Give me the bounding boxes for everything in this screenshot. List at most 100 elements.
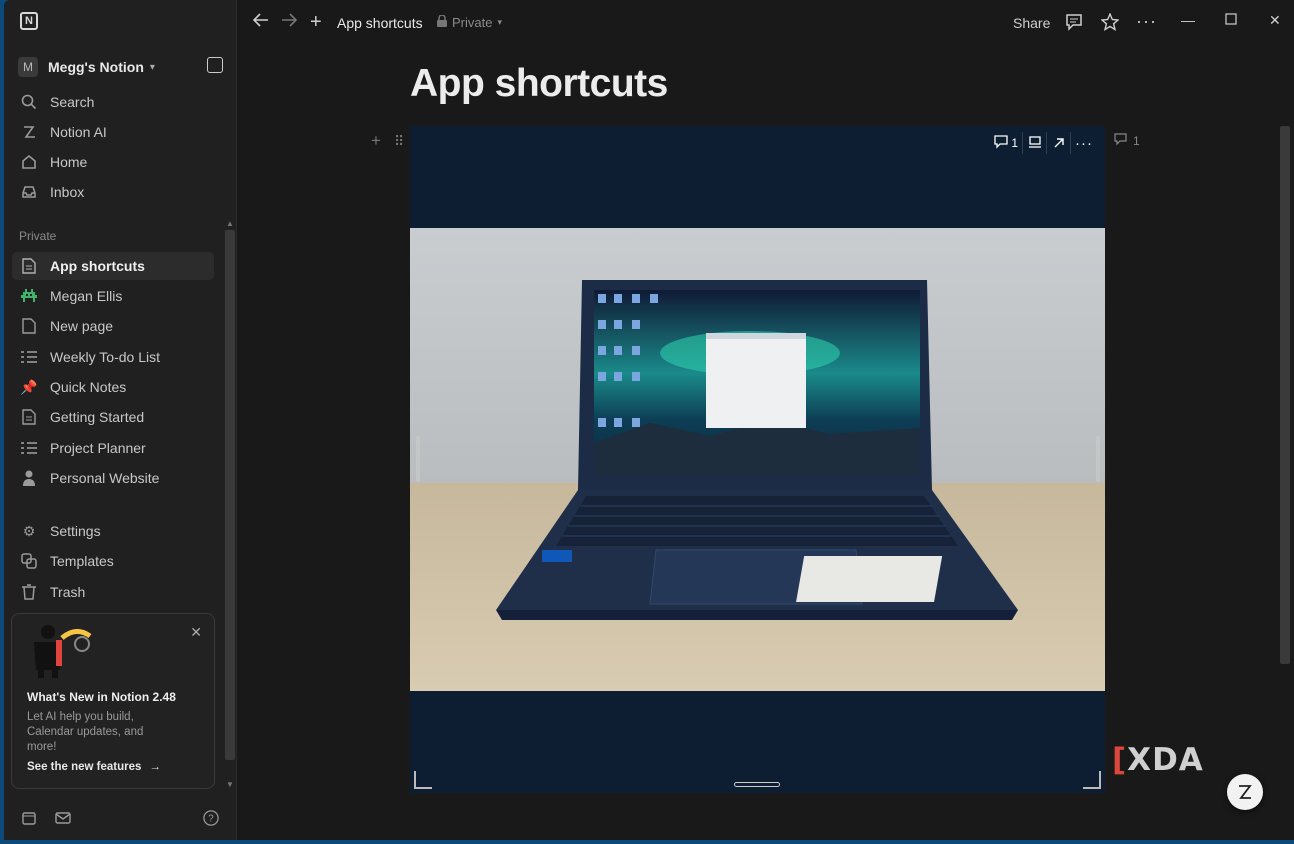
resize-handle-left[interactable] bbox=[416, 436, 420, 482]
close-icon[interactable]: ✕ bbox=[190, 624, 202, 641]
checklist-icon bbox=[20, 439, 38, 457]
page-title[interactable]: App shortcuts bbox=[410, 62, 668, 106]
promo-body: Let AI help you build, Calendar updates,… bbox=[27, 711, 144, 753]
sidebar-item-label: App shortcuts bbox=[50, 258, 145, 274]
sidebar-item-label: Inbox bbox=[50, 184, 85, 200]
margin-comment-count: 1 bbox=[1133, 134, 1140, 148]
checklist-icon bbox=[20, 348, 38, 366]
page-icon bbox=[20, 408, 38, 426]
sidebar-item-home[interactable]: Home bbox=[12, 148, 214, 176]
comment-icon bbox=[994, 134, 1008, 152]
inbox-icon bbox=[20, 183, 38, 201]
sidebar-item-trash[interactable]: Trash bbox=[12, 578, 214, 606]
sidebar-item-megan-ellis[interactable]: Megan Ellis bbox=[12, 282, 214, 310]
share-button[interactable]: Share bbox=[1013, 15, 1050, 31]
sidebar-item-label: Settings bbox=[50, 523, 101, 539]
sidebar-item-quick-notes[interactable]: 📌 Quick Notes bbox=[12, 373, 214, 401]
sidebar-item-label: Weekly To-do List bbox=[50, 349, 160, 365]
scroll-up-icon[interactable]: ▲ bbox=[226, 219, 234, 228]
image-more-icon[interactable]: ··· bbox=[1071, 132, 1097, 154]
resize-corner-bottom-right[interactable] bbox=[1083, 771, 1101, 789]
sidebar-scrollbar[interactable] bbox=[225, 230, 235, 760]
chevron-down-icon: ▾ bbox=[497, 17, 502, 27]
more-options-icon[interactable]: ··· bbox=[1136, 11, 1157, 32]
workspace-avatar: M bbox=[18, 57, 38, 77]
workspace-name: Megg's Notion bbox=[48, 59, 144, 75]
notion-window: N M Megg's Notion ▾ Search Notion AI Hom… bbox=[4, 0, 1294, 840]
main-scrollbar[interactable] bbox=[1280, 126, 1290, 664]
resize-handle-bottom[interactable] bbox=[734, 782, 780, 787]
sidebar-item-label: Megan Ellis bbox=[50, 288, 123, 304]
xda-watermark: [XDA bbox=[1112, 742, 1204, 778]
privacy-label: Private bbox=[452, 15, 493, 30]
watermark-bracket: [ bbox=[1112, 742, 1128, 778]
comment-icon bbox=[1114, 133, 1127, 149]
trash-icon bbox=[20, 583, 38, 601]
image-block[interactable]: 1 ··· bbox=[410, 126, 1105, 793]
top-bar: + App shortcuts Private ▾ Share ··· — ✕ bbox=[237, 0, 1294, 45]
notion-logo-icon[interactable]: N bbox=[20, 12, 38, 30]
promo-illustration bbox=[26, 622, 100, 678]
workspace-switcher[interactable]: M Megg's Notion ▾ bbox=[18, 55, 223, 79]
sidebar-item-label: Templates bbox=[50, 553, 114, 569]
margin-comment[interactable]: 1 bbox=[1114, 133, 1140, 149]
image-toolbar: 1 ··· bbox=[990, 132, 1097, 154]
sidebar-item-label: Search bbox=[50, 94, 95, 110]
sidebar-item-search[interactable]: Search bbox=[12, 88, 214, 116]
watermark-brand: XDA bbox=[1127, 742, 1204, 778]
add-page-icon[interactable]: + bbox=[310, 11, 322, 34]
templates-icon bbox=[20, 552, 38, 570]
minimize-icon[interactable]: — bbox=[1181, 12, 1195, 28]
sidebar: N M Megg's Notion ▾ Search Notion AI Hom… bbox=[4, 0, 237, 840]
sidebar-item-inbox[interactable]: Inbox bbox=[12, 178, 214, 206]
person-icon bbox=[20, 469, 38, 487]
close-window-icon[interactable]: ✕ bbox=[1269, 12, 1281, 29]
open-original-icon[interactable] bbox=[1047, 132, 1071, 154]
add-block-icon[interactable]: + bbox=[371, 131, 381, 151]
sidebar-item-label: Project Planner bbox=[50, 440, 146, 456]
sidebar-item-app-shortcuts[interactable]: App shortcuts bbox=[12, 252, 214, 280]
promo-title: What's New in Notion 2.48 bbox=[27, 690, 176, 704]
drag-handle-icon[interactable]: ⠿ bbox=[394, 133, 404, 150]
sidebar-item-weekly-to-do-list[interactable]: Weekly To-do List bbox=[12, 343, 214, 371]
whats-new-card[interactable]: ✕ What's New in Notion 2.48 Let AI help … bbox=[11, 613, 215, 789]
chevron-down-icon: ▾ bbox=[149, 61, 155, 73]
arrow-right-icon: → bbox=[149, 761, 161, 773]
search-icon bbox=[20, 93, 38, 111]
caption-icon[interactable] bbox=[1023, 132, 1047, 154]
sidebar-item-personal-website[interactable]: Personal Website bbox=[12, 464, 214, 492]
resize-handle-right[interactable] bbox=[1096, 436, 1100, 482]
sidebar-footer: ? bbox=[4, 795, 237, 840]
see-new-features-link[interactable]: See the new features → bbox=[27, 761, 161, 773]
sidebar-item-new-page[interactable]: New page bbox=[12, 312, 214, 340]
maximize-icon[interactable] bbox=[1225, 12, 1237, 28]
sidebar-item-settings[interactable]: ⚙ Settings bbox=[12, 517, 214, 545]
forward-arrow-icon[interactable] bbox=[281, 13, 297, 27]
notion-ai-icon[interactable] bbox=[1227, 774, 1263, 810]
scroll-down-icon[interactable]: ▼ bbox=[226, 780, 234, 789]
help-icon[interactable]: ? bbox=[203, 809, 219, 826]
space-invader-icon bbox=[20, 287, 38, 305]
sidebar-item-notion-ai[interactable]: Notion AI bbox=[12, 118, 214, 146]
sidebar-item-label: New page bbox=[50, 318, 114, 334]
breadcrumb-title[interactable]: App shortcuts bbox=[337, 15, 423, 31]
privacy-dropdown[interactable]: Private ▾ bbox=[437, 14, 502, 30]
sidebar-item-project-planner[interactable]: Project Planner bbox=[12, 434, 214, 462]
comments-icon[interactable] bbox=[1065, 13, 1083, 31]
star-icon[interactable] bbox=[1101, 13, 1119, 31]
comment-count: 1 bbox=[1011, 136, 1018, 150]
pushpin-icon: 📌 bbox=[20, 378, 38, 395]
back-arrow-icon[interactable] bbox=[253, 13, 269, 27]
sidebar-item-label: Getting Started bbox=[50, 409, 145, 425]
sidebar-item-getting-started[interactable]: Getting Started bbox=[12, 403, 214, 431]
sidebar-item-label: Notion AI bbox=[50, 124, 107, 140]
new-page-icon[interactable] bbox=[207, 57, 223, 73]
notion-ai-icon bbox=[20, 123, 38, 141]
gear-icon: ⚙ bbox=[22, 522, 36, 539]
calendar-icon[interactable] bbox=[21, 810, 37, 826]
comment-button[interactable]: 1 bbox=[990, 132, 1023, 154]
resize-corner-bottom-left[interactable] bbox=[414, 771, 432, 789]
sidebar-item-templates[interactable]: Templates bbox=[12, 547, 214, 575]
page-icon bbox=[20, 317, 38, 335]
mail-icon[interactable] bbox=[55, 810, 71, 826]
